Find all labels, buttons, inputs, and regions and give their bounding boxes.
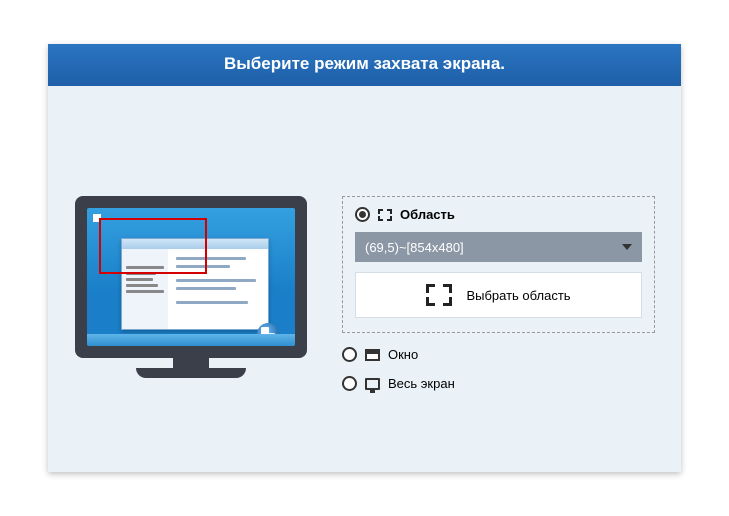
radio-icon [342,347,357,362]
region-select-icon [426,284,452,306]
region-highlight [99,218,207,274]
select-region-label: Выбрать область [466,288,570,303]
chevron-down-icon [622,244,632,250]
panel-title: Выберите режим захвата экрана. [48,44,681,86]
region-icon [378,209,392,221]
region-size-dropdown[interactable]: (69,5)~[854x480] [355,232,642,262]
window-radio[interactable]: Окно [342,347,655,362]
region-label: Область [400,207,455,222]
region-option-box: Область (69,5)~[854x480] Выбрать область [342,196,655,333]
capture-options: Область (69,5)~[854x480] Выбрать область [342,196,655,391]
window-icon [365,349,380,361]
fullscreen-icon [365,378,380,390]
select-region-button[interactable]: Выбрать область [355,272,642,318]
fullscreen-radio[interactable]: Весь экран [342,376,655,391]
panel-content: Область (69,5)~[854x480] Выбрать область [48,86,681,472]
radio-icon [342,376,357,391]
dropdown-value: (69,5)~[854x480] [365,240,464,255]
region-radio[interactable]: Область [355,207,642,222]
window-label: Окно [388,347,418,362]
radio-icon [355,207,370,222]
capture-mode-panel: Выберите режим захвата экрана. [48,44,681,472]
fullscreen-label: Весь экран [388,376,455,391]
monitor-illustration [66,196,316,378]
